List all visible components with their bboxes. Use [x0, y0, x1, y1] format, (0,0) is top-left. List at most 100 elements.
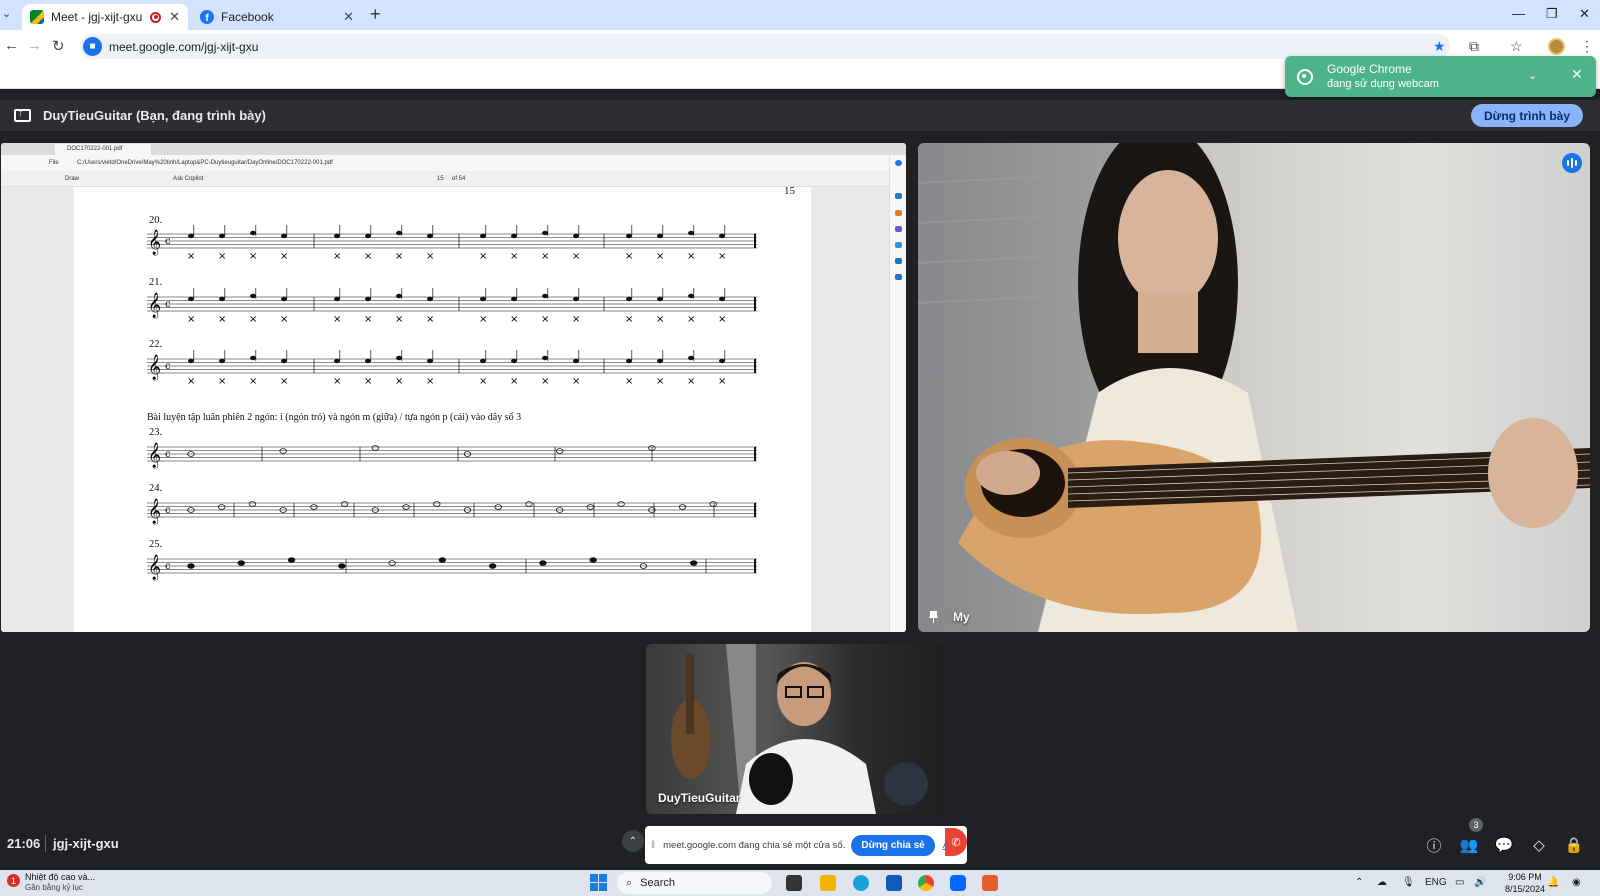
language-indicator[interactable]: ENG — [1425, 877, 1447, 888]
menu-icon[interactable]: ⋮ — [1580, 38, 1594, 55]
note-head — [688, 230, 694, 236]
reload-icon[interactable]: ↻ — [52, 37, 65, 55]
bass-note-x: × — [718, 251, 726, 262]
note-head — [688, 293, 694, 299]
app-icon — [895, 226, 902, 232]
close-tab-icon[interactable]: ✕ — [169, 9, 180, 25]
bass-note-x: × — [479, 376, 487, 387]
file-explorer-icon[interactable] — [820, 875, 836, 891]
close-icon[interactable]: ✕ — [1571, 66, 1583, 83]
pdf-tab-title: DOC170222-001.pdf — [67, 146, 123, 152]
note-head — [396, 293, 402, 299]
chrome-icon[interactable] — [918, 875, 934, 891]
participant-count-badge: 3 — [1469, 818, 1483, 832]
extensions-icon[interactable]: ⧉ — [1469, 38, 1479, 55]
note-head — [427, 233, 433, 239]
bass-note-x: × — [479, 314, 487, 325]
bookmarks-icon[interactable]: ☆ — [1510, 38, 1523, 55]
drag-handle-icon[interactable]: ‖ — [651, 840, 655, 851]
address-bar[interactable]: ■ meet.google.com/jgj-xijt-gxu — [80, 34, 1450, 59]
minimize-icon[interactable]: — — [1512, 6, 1525, 21]
task-view-icon[interactable] — [786, 875, 802, 891]
site-info-icon[interactable]: ■ — [83, 37, 102, 56]
chevron-up-icon[interactable]: ⌃ — [622, 830, 644, 852]
note-head — [573, 296, 579, 302]
note-head — [250, 355, 256, 361]
tab-meet[interactable]: Meet - jgj-xijt-gxu ✕ — [22, 4, 188, 30]
close-tab-icon[interactable]: ✕ — [343, 9, 354, 25]
tab-title: Meet - jgj-xijt-gxu — [51, 10, 143, 24]
info-icon[interactable]: ⓘ — [1422, 833, 1446, 857]
tab-search-chevron-icon[interactable]: ⌄ — [2, 7, 11, 20]
bass-note-x: × — [541, 251, 549, 262]
restore-icon[interactable]: ❐ — [1546, 6, 1558, 22]
taskbar-search[interactable]: ⌕ Search — [617, 872, 772, 894]
pdf-page-input: 15 — [437, 176, 444, 182]
note-head — [218, 504, 226, 510]
windows-start-icon[interactable] — [590, 874, 607, 891]
note-head — [310, 504, 318, 510]
note-head — [719, 358, 725, 364]
pdf-draw-label: Draw — [65, 176, 80, 182]
note-head — [188, 296, 194, 302]
weather-title: Nhiệt độ cao và... — [25, 872, 96, 882]
show-hidden-icons-icon[interactable]: ⌃ — [1355, 877, 1363, 888]
video-tile-duytieuguitar[interactable]: DuyTieuGuitar — [646, 644, 945, 814]
chevron-down-icon[interactable]: ⌄ — [1528, 69, 1537, 82]
chat-icon[interactable]: 💬 — [1492, 833, 1516, 857]
note-head — [219, 296, 225, 302]
forward-icon[interactable]: → — [27, 37, 42, 54]
meeting-code: jgj-xijt-gxu — [53, 836, 119, 851]
video-tile-my[interactable]: My — [918, 143, 1590, 632]
note-head — [709, 501, 717, 507]
bass-note-x: × — [572, 251, 580, 262]
bass-note-x: × — [249, 314, 257, 325]
profile-avatar[interactable] — [1548, 38, 1565, 55]
back-icon[interactable]: ← — [4, 37, 19, 54]
bass-note-x: × — [718, 314, 726, 325]
shared-screen: DOC170222-001.pdf File C:/Users/vietd/On… — [1, 143, 906, 632]
note-head — [334, 233, 340, 239]
volume-icon[interactable]: 🔊 — [1474, 877, 1486, 888]
toast-title: Google Chrome — [1327, 62, 1412, 76]
participant-name: DuyTieuGuitar — [658, 791, 741, 805]
bass-note-x: × — [510, 376, 518, 387]
copilot-icon[interactable]: ◉ — [1572, 877, 1581, 888]
weather-widget[interactable]: 1 Nhiệt độ cao và... Gần bằng kỷ lục — [7, 872, 95, 893]
note-head — [511, 233, 517, 239]
browser-tab-strip: ⌄ Meet - jgj-xijt-gxu ✕ f Facebook ✕ + —… — [0, 0, 1600, 30]
bass-note-x: × — [364, 251, 372, 262]
bass-note-x: × — [187, 314, 195, 325]
zalo-icon[interactable] — [950, 875, 966, 891]
tab-facebook[interactable]: f Facebook ✕ — [192, 4, 362, 30]
cloud-icon[interactable]: ☁ — [1377, 877, 1387, 888]
pdf-ask-copilot: Ask Copilot — [173, 176, 204, 182]
host-controls-icon[interactable]: 🔒 — [1562, 833, 1586, 857]
microphone-icon[interactable]: 🎙 — [1402, 877, 1415, 888]
bass-note-x: × — [187, 251, 195, 262]
network-icon[interactable]: ▭ — [1455, 877, 1464, 888]
close-window-icon[interactable]: ✕ — [1579, 6, 1590, 22]
clock-date: 8/15/2024 — [1505, 884, 1546, 894]
note-head — [626, 296, 632, 302]
activities-icon[interactable]: ◇ — [1527, 833, 1551, 857]
bass-note-x: × — [687, 376, 695, 387]
pdf-browser-tabs: DOC170222-001.pdf — [1, 143, 906, 155]
bass-note-x: × — [333, 314, 341, 325]
note-head — [334, 296, 340, 302]
system-clock[interactable]: 9:06 PM 8/15/2024 — [1505, 871, 1545, 895]
windows-taskbar: 1 Nhiệt độ cao và... Gần bằng kỷ lục ⌕ S… — [0, 870, 1600, 896]
edge-icon[interactable] — [853, 875, 869, 891]
people-icon[interactable]: 👥 — [1457, 833, 1481, 857]
stop-sharing-button[interactable]: Dừng chia sẻ — [851, 834, 935, 856]
recording-icon — [150, 11, 162, 23]
notifications-icon[interactable]: 🔔 — [1547, 877, 1559, 888]
store-icon[interactable] — [886, 875, 902, 891]
pin-icon[interactable] — [929, 611, 938, 623]
snipping-tool-icon[interactable] — [982, 875, 998, 891]
stop-presenting-button[interactable]: Dừng trình bày — [1471, 104, 1583, 127]
new-tab-icon[interactable]: + — [370, 4, 381, 25]
bookmark-star-icon[interactable]: ★ — [1433, 38, 1446, 55]
note-head — [365, 358, 371, 364]
bass-note-x: × — [426, 376, 434, 387]
